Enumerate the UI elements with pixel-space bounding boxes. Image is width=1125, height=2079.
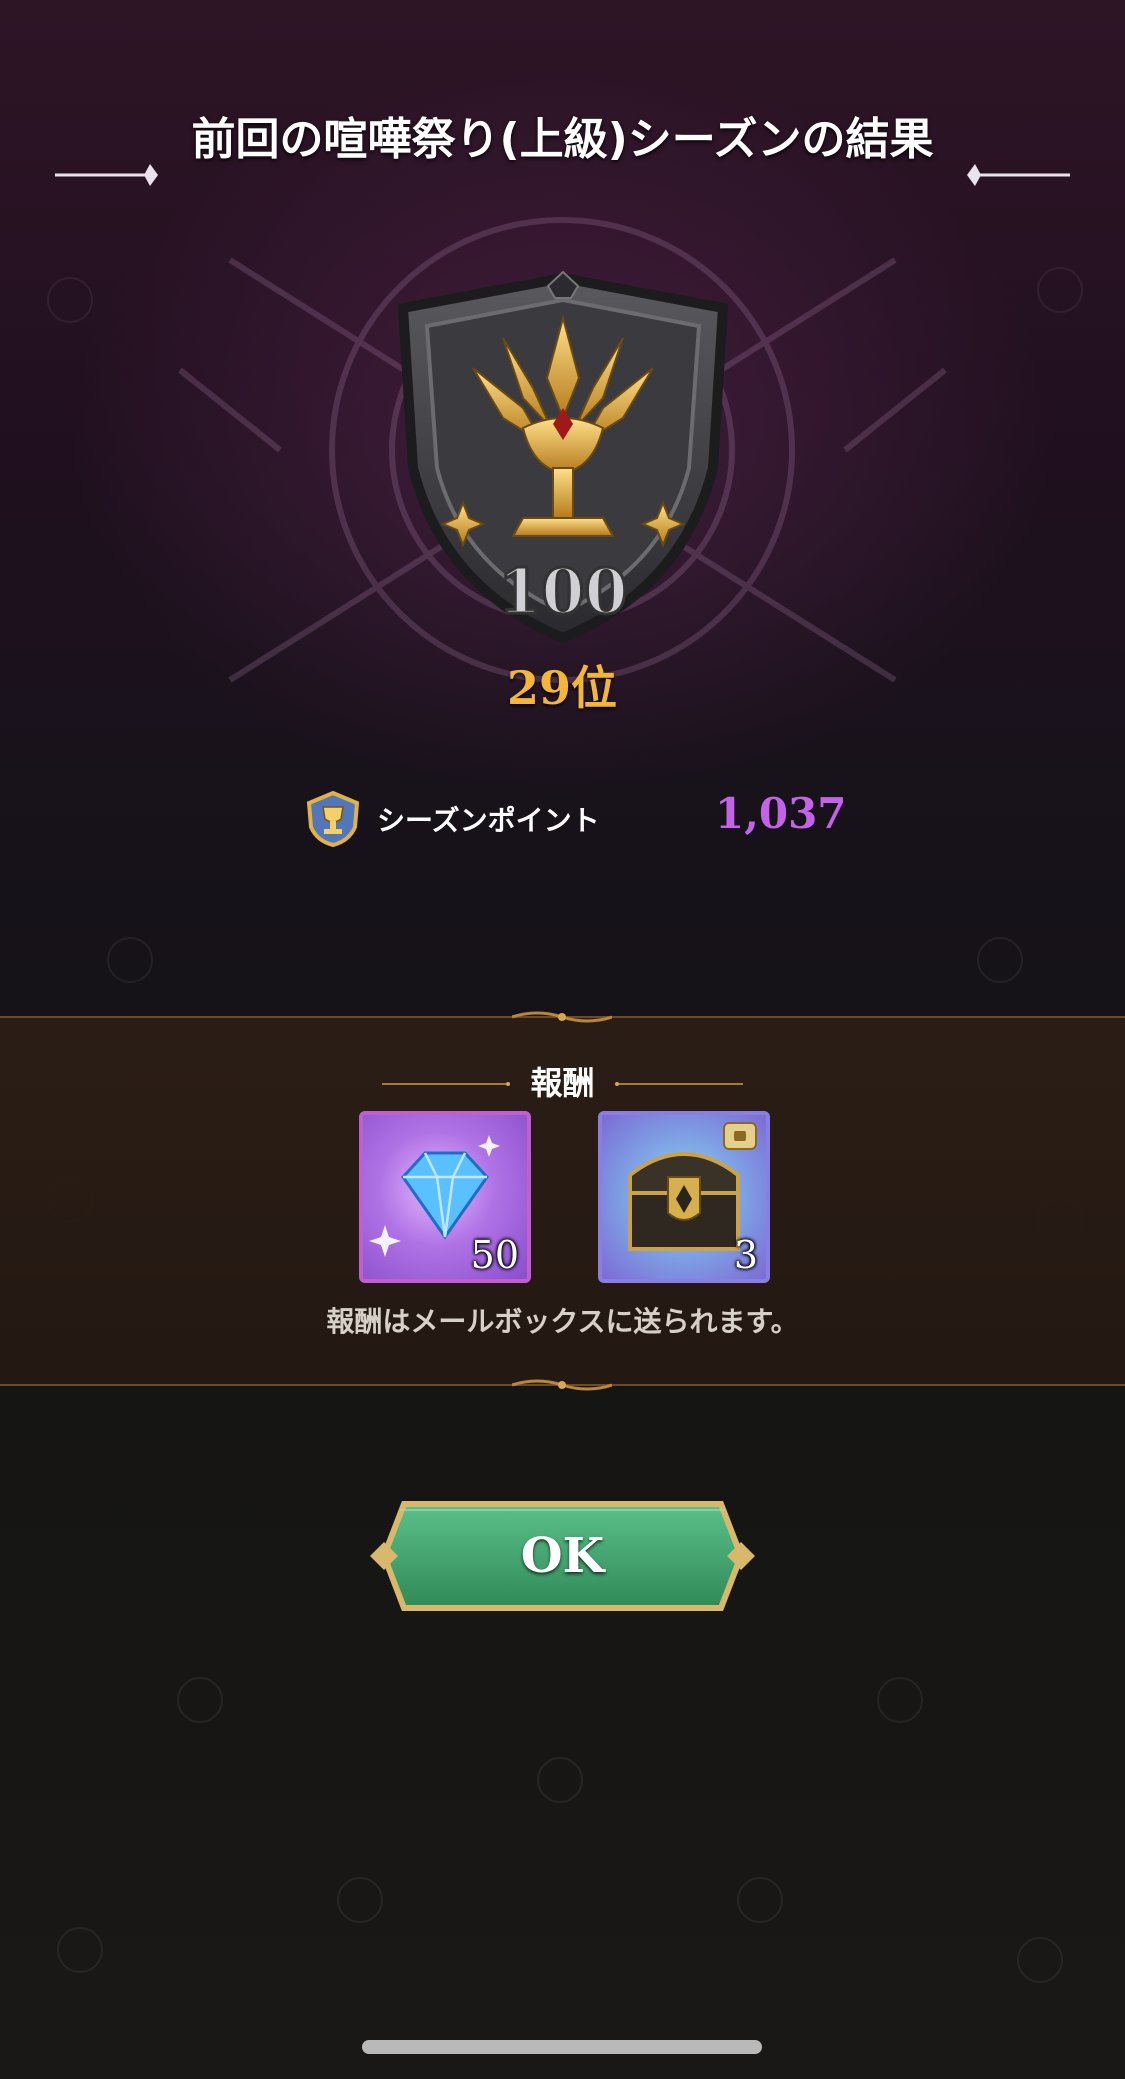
dialog-title: 前回の喧嘩祭り(上級)シーズンの結果 (191, 114, 934, 165)
title-left-ornament (55, 164, 158, 186)
reward-item-chest[interactable]: 3 (598, 1111, 770, 1283)
home-indicator[interactable] (362, 2040, 762, 2054)
rank-badge-icon: 100 (397, 270, 729, 644)
reward-quantity: 3 (733, 1233, 758, 1277)
season-points-value: 1,037 (715, 789, 847, 838)
season-result-screen: 前回の喧嘩祭り(上級)シーズンの結果 100 29位 シーズンポイント 1,03… (0, 0, 1125, 2079)
reward-header-right-line (615, 1082, 743, 1086)
band-top-ornament (512, 1011, 612, 1023)
title-right-ornament (967, 164, 1070, 186)
ok-button[interactable]: OK (370, 1494, 755, 1618)
reward-panel: 報酬 50 3 報酬はメールボックスに送られます。 (0, 1011, 1125, 1391)
badge-number: 100 (498, 555, 627, 628)
season-points-label: シーズンポイント (377, 804, 600, 837)
reward-mailbox-note: 報酬はメールボックスに送られます。 (326, 1305, 799, 1338)
band-bottom-ornament (512, 1379, 612, 1391)
reward-header: 報酬 (360, 1058, 765, 1108)
reward-quantity: 50 (470, 1233, 519, 1277)
ok-button-label: OK (520, 1528, 605, 1584)
season-points-row: シーズンポイント 1,037 (305, 785, 847, 847)
trophy-medal-icon (306, 791, 360, 847)
rank-position: 29位 (506, 661, 617, 715)
reward-item-gem[interactable]: 50 (359, 1111, 531, 1283)
